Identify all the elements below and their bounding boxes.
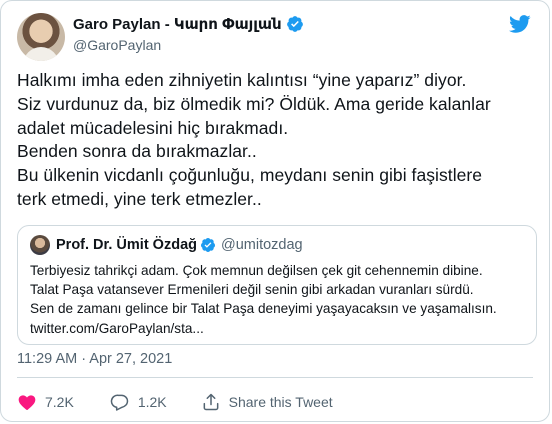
quoted-author-avatar bbox=[30, 235, 50, 255]
share-label: Share this Tweet bbox=[228, 394, 333, 410]
verified-badge-icon bbox=[286, 16, 303, 32]
reply-button[interactable]: 1.2K bbox=[110, 392, 167, 412]
author-avatar[interactable] bbox=[17, 13, 65, 61]
tweet-line: Halkımı imha eden zihniyetin kalıntısı “… bbox=[17, 70, 467, 90]
like-button[interactable]: 7.2K bbox=[17, 392, 74, 412]
twitter-bird-icon[interactable] bbox=[507, 13, 533, 35]
share-icon bbox=[203, 393, 219, 411]
quoted-link[interactable]: twitter.com/GaroPaylan/sta... bbox=[30, 319, 530, 338]
share-button[interactable]: Share this Tweet bbox=[201, 392, 333, 412]
author-name-row[interactable]: Garo Paylan - Կարո Փայլան bbox=[73, 15, 304, 33]
tweet-timestamp[interactable]: 11:29 AM · Apr 27, 2021 bbox=[17, 351, 172, 367]
tweet-line: adalet mücadelesini hiç bırakmadı. bbox=[17, 117, 289, 138]
author-name[interactable]: Garo Paylan - Կարո Փայլան bbox=[73, 15, 282, 33]
quoted-tweet-header: Prof. Dr. Ümit Özdağ @umitozdag bbox=[30, 235, 303, 255]
quoted-tweet[interactable]: Prof. Dr. Ümit Özdağ @umitozdag Terbiyes… bbox=[17, 225, 537, 345]
like-count: 7.2K bbox=[45, 394, 74, 410]
tweet-line: Siz vurdunuz da, biz ölmedik mi? Öldük. … bbox=[17, 93, 491, 114]
quoted-line: Talat Paşa vatansever Ermenileri değil s… bbox=[30, 282, 474, 298]
tweet-line: Benden sonra da bırakmazlar.. bbox=[17, 141, 257, 162]
reply-icon bbox=[110, 394, 129, 411]
verified-badge-icon bbox=[201, 238, 215, 252]
tweet-actions: 7.2K 1.2K Share this Tweet bbox=[17, 387, 333, 417]
quoted-author-handle: @umitozdag bbox=[221, 237, 303, 253]
tweet-line: terk etmedi, yine terk etmezler.. bbox=[17, 188, 262, 209]
reply-count: 1.2K bbox=[137, 394, 167, 410]
quoted-line: Terbiyesiz tahrikçi adam. Çok memnun değ… bbox=[30, 263, 483, 278]
divider bbox=[17, 377, 533, 378]
heart-icon bbox=[18, 395, 36, 410]
quoted-line: Sen de zamanı gelince bir Talat Paşa den… bbox=[30, 301, 497, 317]
tweet-line: Bu ülkenin vicdanlı çoğunluğu, meydanı s… bbox=[17, 165, 483, 186]
author-handle[interactable]: @GaroPaylan bbox=[73, 37, 161, 53]
quoted-tweet-text: Terbiyesiz tahrikçi adam. Çok memnun değ… bbox=[30, 261, 530, 338]
quoted-author-name: Prof. Dr. Ümit Özdağ bbox=[56, 237, 197, 253]
tweet-text: Halkımı imha eden zihniyetin kalıntısı “… bbox=[17, 69, 537, 212]
tweet-card: Garo Paylan - Կարո Փայլան @GaroPaylan Ha… bbox=[0, 0, 550, 422]
